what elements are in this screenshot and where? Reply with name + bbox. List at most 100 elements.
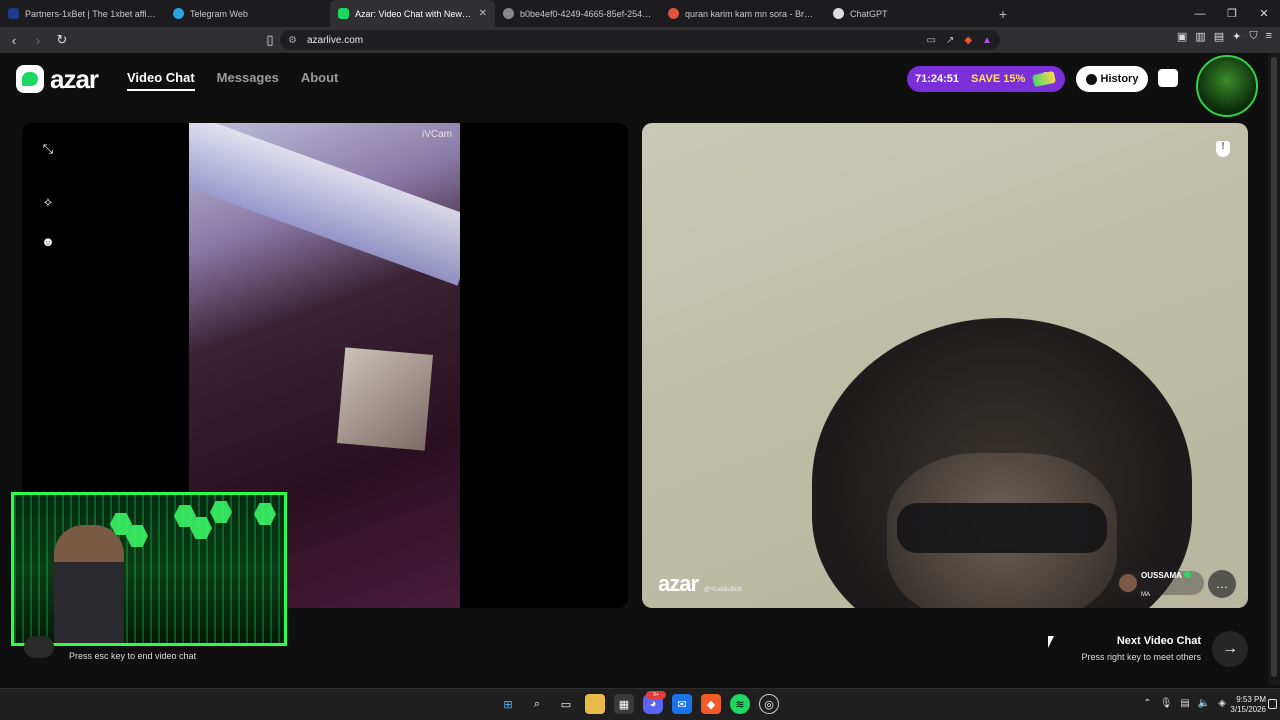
vpn-icon[interactable]: ⛉ <box>1249 30 1257 43</box>
taskbar-clock[interactable]: 9:53 PM 3/15/2026 <box>1230 695 1266 715</box>
esc-hint: Press esc key to end video chat <box>69 651 197 661</box>
tab-title: quran karim kam mn sora - Brave Se <box>685 8 817 19</box>
browser-toolbar-icons: ▣ ▥ ▤ ✦ ⛉ ≡ <box>1177 30 1272 43</box>
browser-tab[interactable]: quran karim kam mn sora - Brave Se <box>660 0 825 27</box>
tab-title: b0be4ef0-4249-4665-85ef-25491eac <box>520 8 652 19</box>
next-chat-hint: Press right key to meet others <box>1081 652 1201 662</box>
promo-banner[interactable]: 71:24:51 SAVE 15% <box>907 66 1065 92</box>
tab-title: Partners-1xBet | The 1xbet affiliate p <box>25 8 157 19</box>
nav-video-chat[interactable]: Video Chat <box>127 70 195 91</box>
minimize-icon[interactable]: — <box>1184 0 1216 27</box>
url-field[interactable]: ⚙ azarlive.com ▭ ↗ ◆ ▲ <box>280 30 1000 50</box>
promo-timer: 71:24:51 <box>915 73 960 85</box>
ivcam-watermark: iVCam <box>421 129 452 140</box>
tab-favicon-icon <box>173 8 184 19</box>
chat-icon[interactable]: … <box>1208 570 1236 598</box>
tab-favicon-icon <box>338 8 349 19</box>
store-icon[interactable]: ▦ <box>614 694 634 714</box>
brave-shield-icon[interactable]: ◆ <box>964 35 972 46</box>
next-chat-button[interactable]: → <box>1212 631 1248 667</box>
tab-title: ChatGPT <box>850 8 888 19</box>
coupon-icon <box>1032 70 1057 88</box>
start-icon[interactable]: ⊞ <box>498 694 518 714</box>
azar-logo-icon <box>16 65 44 93</box>
close-window-icon[interactable]: ✕ <box>1248 0 1280 27</box>
url-text: azarlive.com <box>306 34 364 46</box>
tray-chevron-icon[interactable]: ⌃ <box>1143 698 1151 709</box>
volume-icon[interactable]: 🔈 <box>1198 698 1210 709</box>
search-icon[interactable]: ⌕ <box>527 694 547 714</box>
leo-ai-icon[interactable]: ✦ <box>1232 30 1241 43</box>
maximize-icon[interactable]: ❐ <box>1216 0 1248 27</box>
system-tray: ⌃ 🎙 ▤ 🔈 ◈ <box>1143 698 1226 709</box>
location-icon[interactable]: ◈ <box>1218 698 1226 709</box>
reload-icon[interactable]: ↻ <box>52 30 72 50</box>
sidebar-icon[interactable]: ▥ <box>1195 30 1205 43</box>
obs-icon[interactable]: ◎ <box>759 694 779 714</box>
tab-favicon-icon <box>668 8 679 19</box>
clock-date: 3/15/2026 <box>1230 705 1266 714</box>
back-icon[interactable]: ‹ <box>4 30 24 50</box>
partner-country: MA <box>1141 592 1150 598</box>
discord-badge: 9+ <box>646 691 666 699</box>
file-explorer-icon[interactable] <box>585 694 605 714</box>
address-bar-row: ‹ › ↻ ▯ ⚙ azarlive.com ▭ ↗ ◆ ▲ ▣ ▥ ▤ ✦ ⛉… <box>0 27 1280 53</box>
share-icon[interactable]: ↗ <box>946 35 954 46</box>
new-tab-button[interactable]: + <box>992 6 1014 22</box>
forward-icon[interactable]: › <box>28 30 48 50</box>
browser-tab[interactable]: Telegram Web <box>165 0 330 27</box>
tab-favicon-icon <box>503 8 514 19</box>
beauty-filter-icon[interactable]: ✧ <box>40 195 56 211</box>
next-chat-title: Next Video Chat <box>1116 635 1201 647</box>
brave-icon[interactable]: ◆ <box>701 694 721 714</box>
spotify-icon[interactable]: ≋ <box>730 694 750 714</box>
tab-title: Telegram Web <box>190 8 248 19</box>
watermark-brand: azar <box>658 571 699 596</box>
page-scrollbar[interactable] <box>1268 53 1280 685</box>
logo-text: azar <box>50 64 99 94</box>
microphone-icon[interactable]: 🎙 <box>1160 698 1173 709</box>
menu-icon[interactable]: ≡ <box>1266 30 1272 43</box>
browser-tabstrip: Partners-1xBet | The 1xbet affiliate p T… <box>0 0 1280 27</box>
rewards-icon[interactable]: ▲ <box>982 35 992 46</box>
video-tools: ⤡ ✧ ☻ <box>40 141 56 249</box>
browser-tab-active[interactable]: Azar: Video Chat with New Pe ✕ <box>330 0 495 27</box>
minimize-video-icon[interactable]: ⤡ <box>40 141 56 157</box>
browser-tab[interactable]: ChatGPT <box>825 0 990 27</box>
profile-avatar[interactable] <box>1196 55 1258 117</box>
partner-user-chip[interactable]: OUSSAMA MA <box>1116 571 1204 598</box>
browser-tab[interactable]: Partners-1xBet | The 1xbet affiliate p <box>0 0 165 27</box>
sticker-icon[interactable]: ☻ <box>40 233 56 249</box>
promo-save: SAVE 15% <box>971 73 1026 85</box>
nav-messages[interactable]: Messages <box>217 70 279 91</box>
browser-tab[interactable]: b0be4ef0-4249-4665-85ef-25491eac <box>495 0 660 27</box>
windows-taskbar: ⊞ ⌕ ▭ ▦ ◕ 9+ ✉ ◆ ≋ ◎ ⌃ 🎙 ▤ 🔈 ◈ 9:53 PM 3/… <box>0 688 1280 720</box>
end-chat-button[interactable] <box>24 636 54 658</box>
close-tab-icon[interactable]: ✕ <box>479 8 487 19</box>
history-button[interactable]: History <box>1076 66 1148 92</box>
clock-time: 9:53 PM <box>1236 695 1266 704</box>
shop-icon[interactable] <box>1158 69 1178 87</box>
nav-about[interactable]: About <box>301 70 339 91</box>
task-view-icon[interactable]: ▭ <box>556 694 576 714</box>
tab-favicon-icon <box>833 8 844 19</box>
main-nav: Video Chat Messages About <box>127 70 338 91</box>
report-icon[interactable]: ! <box>1216 141 1230 157</box>
window-controls: — ❐ ✕ <box>1184 0 1280 27</box>
cast-icon[interactable]: ▭ <box>927 35 936 46</box>
streamer-webcam-overlay <box>11 492 287 646</box>
discord-icon[interactable]: ◕ 9+ <box>643 691 666 714</box>
wallet-icon[interactable]: ▤ <box>1214 30 1224 43</box>
extensions-icon[interactable]: ▣ <box>1177 30 1187 43</box>
notification-icon[interactable] <box>1268 699 1277 709</box>
azar-watermark: azar @YLvkBuBu9 <box>658 571 742 597</box>
history-icon <box>1085 73 1097 85</box>
site-info-icon[interactable]: ⚙ <box>288 35 297 46</box>
azar-logo[interactable]: azar <box>16 64 99 94</box>
bookmark-icon[interactable]: ▯ <box>260 30 280 50</box>
mail-icon[interactable]: ✉ <box>672 694 692 714</box>
history-label: History <box>1100 73 1139 85</box>
tab-favicon-icon <box>8 8 19 19</box>
site-header: azar Video Chat Messages About 71:24:51 … <box>0 53 1268 117</box>
network-icon[interactable]: ▤ <box>1180 698 1189 709</box>
